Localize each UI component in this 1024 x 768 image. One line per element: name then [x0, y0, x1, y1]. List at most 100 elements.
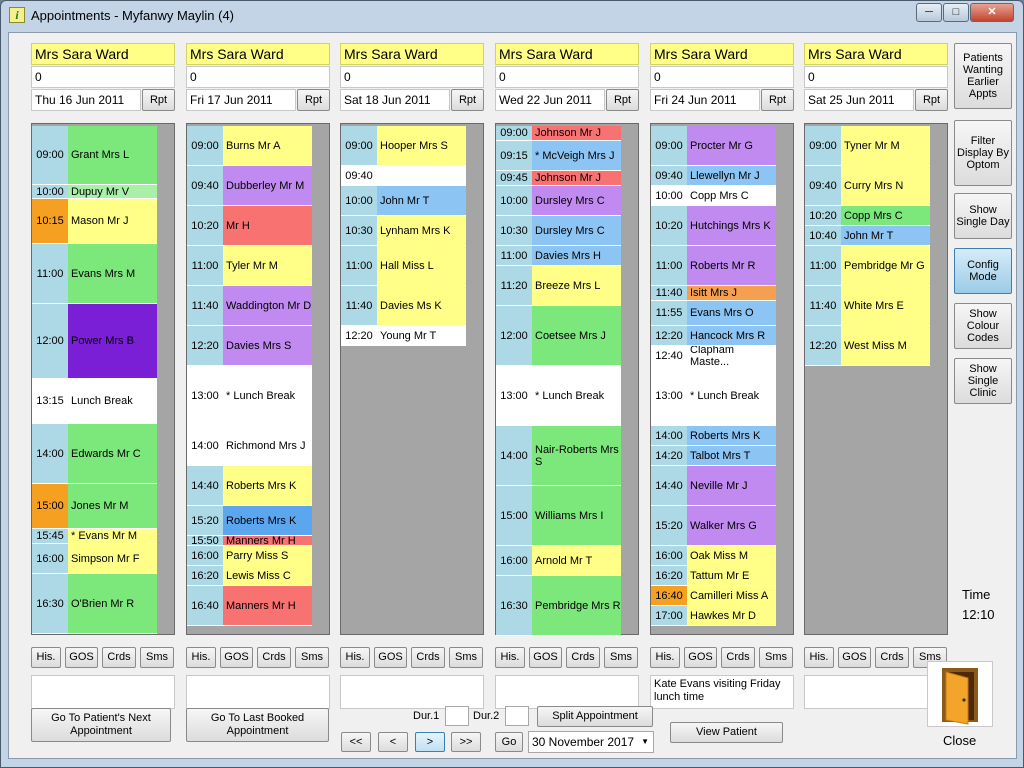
view-patient-button[interactable]: View Patient	[670, 722, 783, 743]
appointment-slot[interactable]: 10:15 Mason Mr J	[32, 199, 157, 244]
appointment-slot[interactable]: 12:00 Power Mrs B	[32, 304, 157, 379]
appointment-slot[interactable]: 12:20 Young Mr T	[341, 326, 466, 346]
appointment-slot[interactable]: 15:45 * Evans Mr M	[32, 529, 157, 544]
appointment-slot[interactable]: 16:20 Lewis Miss C	[187, 566, 312, 586]
appointment-slot[interactable]: 14:00 Nair-Roberts Mrs S	[496, 426, 621, 486]
history-button[interactable]: His.	[650, 647, 680, 668]
cards-button[interactable]: Crds	[102, 647, 136, 668]
date-select[interactable]: 30 November 2017 ▼	[528, 731, 654, 753]
appointment-slot[interactable]: 10:40 John Mr T	[805, 226, 930, 246]
appointment-slot[interactable]: 11:40 Waddington Mr D	[187, 286, 312, 326]
appointment-slot[interactable]: 11:20 Breeze Mrs L	[496, 266, 621, 306]
cards-button[interactable]: Crds	[257, 647, 291, 668]
appointment-slot[interactable]: 10:00 Dupuy Mr V	[32, 185, 157, 199]
sms-button[interactable]: Sms	[604, 647, 638, 668]
appointment-slot[interactable]: 09:00 Burns Mr A	[187, 126, 312, 166]
gos-button[interactable]: GOS	[838, 647, 871, 668]
appointment-slot[interactable]: 11:00 Tyler Mr M	[187, 246, 312, 286]
cards-button[interactable]: Crds	[411, 647, 445, 668]
appointment-slot[interactable]: 10:20 Hutchings Mrs K	[651, 206, 776, 246]
appointment-slot[interactable]: 10:00 Dursley Mrs C	[496, 186, 621, 216]
cards-button[interactable]: Crds	[721, 647, 755, 668]
appointment-slot[interactable]: 09:45 Johnson Mr J	[496, 171, 621, 186]
schedule-area[interactable]: 09:00 Burns Mr A 09:40 Dubberley Mr M 10:20 M…	[186, 123, 330, 635]
appointment-slot[interactable]: 10:00 John Mr T	[341, 186, 466, 216]
appointment-slot[interactable]: 09:00 Grant Mrs L	[32, 126, 157, 185]
sms-button[interactable]: Sms	[295, 647, 329, 668]
appointment-slot[interactable]: 10:20 Mr H	[187, 206, 312, 246]
appointment-slot[interactable]: 11:00 Evans Mrs M	[32, 244, 157, 304]
appointment-slot[interactable]: 14:00 Roberts Mrs K	[651, 426, 776, 446]
dur1-input[interactable]	[445, 706, 469, 726]
clinician-name[interactable]: Mrs Sara Ward	[495, 43, 639, 65]
rpt-button[interactable]: Rpt	[761, 89, 794, 111]
sms-button[interactable]: Sms	[449, 647, 483, 668]
clinician-name[interactable]: Mrs Sara Ward	[340, 43, 484, 65]
appointment-slot[interactable]: 16:30 O'Brien Mr R	[32, 574, 157, 634]
appointment-slot[interactable]: 11:00 Pembridge Mr G	[805, 246, 930, 286]
config-mode-button[interactable]: Config Mode	[954, 248, 1012, 294]
rpt-button[interactable]: Rpt	[297, 89, 330, 111]
clinician-name[interactable]: Mrs Sara Ward	[804, 43, 948, 65]
appointment-slot[interactable]: 15:00 Williams Mrs I	[496, 486, 621, 546]
appointment-slot[interactable]: 12:20 Davies Mrs S	[187, 326, 312, 366]
appointment-slot[interactable]: 15:00 Jones Mr M	[32, 484, 157, 529]
cards-button[interactable]: Crds	[875, 647, 909, 668]
appointment-slot[interactable]: 13:15 Lunch Break	[32, 379, 157, 424]
appointment-slot[interactable]: 14:40 Roberts Mrs K	[187, 466, 312, 506]
nav-first-button[interactable]: <<	[341, 732, 371, 752]
show-single-clinic-button[interactable]: Show Single Clinic	[954, 358, 1012, 404]
appointment-slot[interactable]: 16:20 Tattum Mr E	[651, 566, 776, 586]
gos-button[interactable]: GOS	[220, 647, 253, 668]
go-button[interactable]: Go	[495, 732, 523, 752]
split-appointment-button[interactable]: Split Appointment	[537, 706, 653, 727]
rpt-button[interactable]: Rpt	[142, 89, 175, 111]
sms-button[interactable]: Sms	[759, 647, 793, 668]
appointment-slot[interactable]: 12:40 Clapham Maste...	[651, 346, 776, 366]
appointment-slot[interactable]: 10:30 Lynham Mrs K	[341, 216, 466, 246]
schedule-area[interactable]: 09:00 Johnson Mr J 09:15 * McVeigh Mrs J 09:…	[495, 123, 639, 636]
history-button[interactable]: His.	[186, 647, 216, 668]
history-button[interactable]: His.	[31, 647, 61, 668]
maximize-button[interactable]: □	[943, 3, 969, 22]
appointment-slot[interactable]: 16:40 Manners Mr H	[187, 586, 312, 626]
gos-button[interactable]: GOS	[529, 647, 562, 668]
schedule-area[interactable]: 09:00 Procter Mr G 09:40 Llewellyn Mr J 10:0…	[650, 123, 794, 635]
appointment-slot[interactable]: 13:00 * Lunch Break	[496, 366, 621, 426]
gos-button[interactable]: GOS	[374, 647, 407, 668]
day-note[interactable]	[340, 675, 484, 709]
day-note[interactable]: Kate Evans visiting Friday lunch time	[650, 675, 794, 709]
schedule-area[interactable]: 09:00 Tyner Mr M 09:40 Curry Mrs N 10:20 Copp…	[804, 123, 948, 635]
appointment-slot[interactable]: 11:00 Hall Miss L	[341, 246, 466, 286]
day-note[interactable]	[186, 675, 330, 709]
appointment-slot[interactable]: 14:40 Neville Mr J	[651, 466, 776, 506]
appointment-slot[interactable]: 16:00 Arnold Mr T	[496, 546, 621, 576]
appointment-slot[interactable]: 13:00 * Lunch Break	[187, 366, 312, 426]
appointment-slot[interactable]: 17:00 Hawkes Mr D	[651, 606, 776, 626]
clinician-name[interactable]: Mrs Sara Ward	[186, 43, 330, 65]
sms-button[interactable]: Sms	[140, 647, 174, 668]
appointment-slot[interactable]: 09:15 * McVeigh Mrs J	[496, 141, 621, 171]
appointment-slot[interactable]: 11:40 Isitt Mrs J	[651, 286, 776, 301]
schedule-area[interactable]: 09:00 Grant Mrs L 10:00 Dupuy Mr V 10:15 Maso…	[31, 123, 175, 635]
appointment-slot[interactable]: 11:00 Roberts Mr R	[651, 246, 776, 286]
appointment-slot[interactable]: 14:00 Richmond Mrs J	[187, 426, 312, 466]
appointment-slot[interactable]: 14:20 Talbot Mrs T	[651, 446, 776, 466]
appointment-slot[interactable]: 12:20 Hancock Mrs R	[651, 326, 776, 346]
history-button[interactable]: His.	[340, 647, 370, 668]
history-button[interactable]: His.	[804, 647, 834, 668]
appointment-slot[interactable]: 13:00 * Lunch Break	[651, 366, 776, 426]
rpt-button[interactable]: Rpt	[915, 89, 948, 111]
appointment-slot[interactable]: 16:30 Pembridge Mrs R	[496, 576, 621, 636]
appointment-slot[interactable]: 09:00 Johnson Mr J	[496, 126, 621, 141]
appointment-slot[interactable]: 11:55 Evans Mrs O	[651, 301, 776, 326]
appointment-slot[interactable]: 16:00 Oak Miss M	[651, 546, 776, 566]
nav-last-button[interactable]: >>	[451, 732, 481, 752]
minimize-button[interactable]: ─	[916, 3, 942, 22]
appointment-slot[interactable]: 16:00 Parry Miss S	[187, 546, 312, 566]
appointment-slot[interactable]: 11:40 Davies Ms K	[341, 286, 466, 326]
day-note[interactable]	[31, 675, 175, 709]
close-label[interactable]: Close	[943, 733, 976, 748]
appointment-slot[interactable]: 09:40	[341, 166, 466, 186]
appointment-slot[interactable]: 14:00 Edwards Mr C	[32, 424, 157, 484]
